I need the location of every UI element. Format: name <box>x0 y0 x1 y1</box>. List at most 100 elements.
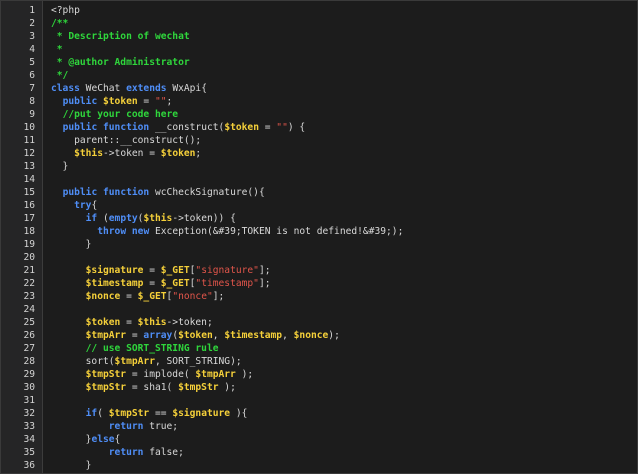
code-token: ->token = <box>103 148 161 159</box>
line-text: */ <box>51 69 69 82</box>
code-line[interactable]: 20 <box>1 251 637 264</box>
code-line[interactable]: 32 if( $tmpStr == $signature ){ <box>1 407 637 420</box>
code-line[interactable]: 5 * @author Administrator <box>1 56 637 69</box>
keyword-token: if <box>85 408 98 419</box>
keyword-token: function <box>103 122 150 133</box>
code-area[interactable]: 1 <?php 2/** 3 * Description of wechat 4 * 5 … <box>1 4 637 472</box>
line-text: if( $tmpStr == $signature ){ <box>51 407 248 420</box>
line-number: 30 <box>23 382 35 393</box>
line-text: $nonce = $_GET["nonce"]; <box>51 290 225 303</box>
keyword-token: public <box>62 187 98 198</box>
comment-token: * <box>51 44 63 55</box>
code-token: ( <box>97 213 109 224</box>
code-token: ]; <box>258 278 271 289</box>
line-number: 1 <box>29 5 35 16</box>
comment-token: // use SORT_STRING rule <box>85 343 219 354</box>
line-number: 34 <box>23 434 35 445</box>
code-line[interactable]: 12 $this->token = $token; <box>1 147 637 160</box>
line-text: public function wcCheckSignature(){ <box>51 186 265 199</box>
code-line[interactable]: 6 */ <box>1 69 637 82</box>
code-line[interactable]: 1 <?php <box>1 4 637 17</box>
variable-token: $_GET <box>137 291 167 302</box>
variable-token: $timestamp <box>224 330 283 341</box>
code-line[interactable]: 35 return false; <box>1 446 637 459</box>
comment-token: //put your code here <box>62 109 179 120</box>
code-token: ) { <box>287 122 306 133</box>
code-line[interactable]: 30 $tmpStr = sha1( $tmpStr ); <box>1 381 637 394</box>
code-line[interactable]: 23 $nonce = $_GET["nonce"]; <box>1 290 637 303</box>
code-token: = <box>126 330 144 341</box>
code-token: ); <box>328 330 340 341</box>
code-line[interactable]: 22 $timestamp = $_GET["timestamp"]; <box>1 277 637 290</box>
variable-token: $timestamp <box>85 278 144 289</box>
variable-token: $token <box>178 330 213 341</box>
line-number: 18 <box>23 226 35 237</box>
code-line[interactable]: 27 // use SORT_STRING rule <box>1 342 637 355</box>
code-token: } <box>51 161 69 172</box>
keyword-token: throw <box>97 226 127 237</box>
code-line[interactable]: 11 parent::__construct(); <box>1 134 637 147</box>
line-number: 13 <box>23 161 35 172</box>
keyword-token: class <box>51 83 80 94</box>
line-text: * <box>51 43 63 56</box>
code-line[interactable]: 15 public function wcCheckSignature(){ <box>1 186 637 199</box>
code-line[interactable]: 19 } <box>1 238 637 251</box>
code-token: sort( <box>51 356 115 367</box>
line-text: // use SORT_STRING rule <box>51 342 219 355</box>
code-token: } <box>51 434 92 445</box>
variable-token: $this <box>137 317 167 328</box>
code-line[interactable]: 26 $tmpArr = array($token, $timestamp, $… <box>1 329 637 342</box>
code-line[interactable]: 4 * <box>1 43 637 56</box>
code-line[interactable]: 16 try{ <box>1 199 637 212</box>
code-line[interactable]: 34 }else{ <box>1 433 637 446</box>
code-token: parent::__construct(); <box>51 135 202 146</box>
code-line[interactable]: 24 <box>1 303 637 316</box>
code-line[interactable]: 25 $token = $this->token; <box>1 316 637 329</box>
comment-token: * Description of wechat <box>51 31 190 42</box>
code-editor[interactable]: 1 <?php 2/** 3 * Description of wechat 4 * 5 … <box>0 0 638 474</box>
line-number: 17 <box>23 213 35 224</box>
line-number: 28 <box>23 356 35 367</box>
code-token: WxApi{ <box>166 83 207 94</box>
line-text: if (empty($this->token)) { <box>51 212 236 225</box>
code-token: WeChat <box>79 83 127 94</box>
line-text: //put your code here <box>51 108 179 121</box>
code-line[interactable]: 18 throw new Exception(&#39;TOKEN is not… <box>1 225 637 238</box>
code-line[interactable]: 36 } <box>1 459 637 472</box>
code-line[interactable]: 3 * Description of wechat <box>1 30 637 43</box>
code-line[interactable]: 14 <box>1 173 637 186</box>
line-text: } <box>51 238 92 251</box>
code-line[interactable]: 17 if (empty($this->token)) { <box>1 212 637 225</box>
string-token: "nonce" <box>172 291 213 302</box>
code-line[interactable]: 28 sort($tmpArr, SORT_STRING); <box>1 355 637 368</box>
line-number: 19 <box>23 239 35 250</box>
code-line[interactable]: 31 <box>1 394 637 407</box>
code-token: = <box>143 265 161 276</box>
code-line[interactable]: 2 /** <box>1 17 637 30</box>
variable-token: $_GET <box>160 265 190 276</box>
code-line[interactable]: 7 class WeChat extends WxApi{ <box>1 82 637 95</box>
code-line[interactable]: 8 public $token = ""; <box>1 95 637 108</box>
line-number: 33 <box>23 421 35 432</box>
code-line[interactable]: 21 $signature = $_GET["signature"]; <box>1 264 637 277</box>
variable-token: $tmpArr <box>85 330 127 341</box>
code-line[interactable]: 10 public function __construct($token = … <box>1 121 637 134</box>
line-text: sort($tmpArr, SORT_STRING); <box>51 355 242 368</box>
variable-token: $token <box>160 148 196 159</box>
code-line[interactable]: 9 //put your code here <box>1 108 637 121</box>
code-line[interactable]: 29 $tmpStr = implode( $tmpArr ); <box>1 368 637 381</box>
line-number: 24 <box>23 304 35 315</box>
string-token: "timestamp" <box>195 278 259 289</box>
code-line[interactable]: 13 } <box>1 160 637 173</box>
line-text: class WeChat extends WxApi{ <box>51 82 207 95</box>
code-line[interactable]: 33 return true; <box>1 420 637 433</box>
line-text: $tmpArr = array($token, $timestamp, $non… <box>51 329 340 342</box>
